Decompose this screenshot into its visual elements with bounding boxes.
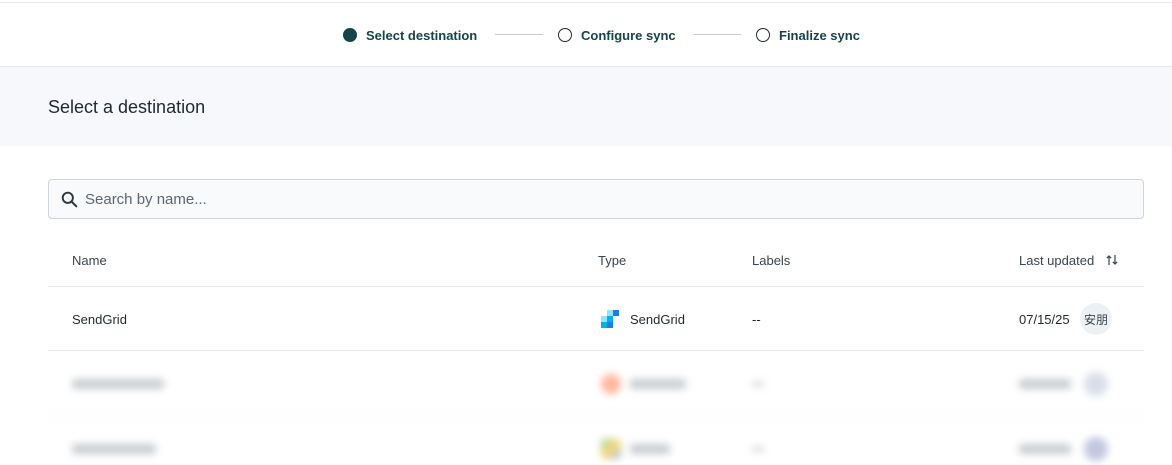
page-header: Select a destination bbox=[0, 67, 1172, 146]
table-row[interactable] bbox=[48, 417, 1144, 465]
step-label: Configure sync bbox=[581, 27, 676, 43]
sendgrid-logo-icon bbox=[601, 310, 619, 328]
step-pending-icon bbox=[558, 28, 572, 42]
row-last-updated: 07/15/25 bbox=[1019, 312, 1070, 327]
blurred-name bbox=[72, 444, 156, 454]
blurred-date bbox=[1019, 444, 1071, 454]
row-name: SendGrid bbox=[72, 312, 127, 327]
progress-stepper: Select destination Configure sync Finali… bbox=[0, 0, 1172, 67]
step-finalize-sync[interactable]: Finalize sync bbox=[756, 27, 860, 43]
step-active-icon bbox=[343, 28, 357, 42]
table-row[interactable]: SendGrid SendGrid -- 07/15/25 安朋 bbox=[48, 287, 1144, 351]
blurred-type-icon bbox=[601, 374, 621, 394]
blurred-avatar bbox=[1084, 437, 1108, 461]
step-label: Select destination bbox=[366, 27, 478, 43]
blurred-avatar bbox=[1084, 372, 1108, 396]
row-labels: -- bbox=[752, 312, 761, 327]
blurred-name bbox=[72, 379, 164, 389]
avatar: 安朋 bbox=[1080, 303, 1112, 335]
step-connector bbox=[693, 34, 741, 35]
column-header-labels[interactable]: Labels bbox=[752, 253, 790, 268]
table-row[interactable] bbox=[48, 352, 1144, 416]
column-header-last-updated[interactable]: Last updated bbox=[1019, 253, 1094, 268]
step-select-destination[interactable]: Select destination bbox=[343, 27, 477, 43]
table-header: Name Type Labels Last updated bbox=[48, 235, 1144, 287]
blurred-type bbox=[630, 444, 670, 454]
step-pending-icon bbox=[756, 28, 770, 42]
row-type: SendGrid bbox=[630, 312, 685, 327]
search-icon bbox=[61, 191, 78, 208]
search-box[interactable] bbox=[48, 179, 1144, 219]
blurred-date bbox=[1019, 379, 1071, 389]
step-configure-sync[interactable]: Configure sync bbox=[558, 27, 676, 43]
blurred-labels bbox=[752, 382, 764, 386]
sort-icon[interactable] bbox=[1105, 253, 1119, 267]
page-title: Select a destination bbox=[48, 97, 206, 117]
search-input[interactable] bbox=[85, 180, 1125, 218]
blurred-labels bbox=[752, 447, 764, 451]
blurred-type-icon bbox=[601, 439, 621, 459]
step-connector bbox=[495, 34, 543, 35]
column-header-type[interactable]: Type bbox=[598, 253, 626, 268]
step-label: Finalize sync bbox=[779, 27, 860, 43]
blurred-type bbox=[630, 379, 686, 389]
column-header-name[interactable]: Name bbox=[72, 253, 107, 268]
